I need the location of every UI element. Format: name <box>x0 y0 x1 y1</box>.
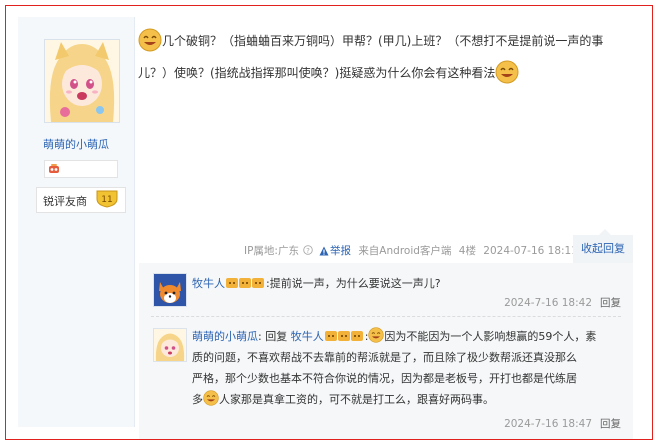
avatar-image <box>45 40 119 122</box>
laugh-emoji-icon <box>138 28 162 52</box>
post-time: 2024-07-16 18:11 <box>483 245 578 257</box>
subreply-avatar[interactable] <box>153 273 187 307</box>
post-text-line-2: 儿？）使唤？(指统战指挥那叫使唤？)挺疑惑为什么你会有这种看法 <box>138 66 496 80</box>
subreply-line-1: 萌萌的小萌瓜: 回复 牧牛人 : 因为不能因为一个人影响想赢的59个人，素 <box>192 326 620 347</box>
subreply-divider <box>151 316 621 317</box>
anime-avatar-image <box>154 329 186 361</box>
subreply-user[interactable]: 萌萌的小萌瓜 <box>192 330 258 343</box>
level-icon <box>49 164 59 173</box>
subreply-user[interactable]: 牧牛人 <box>192 277 225 290</box>
floor-number: 4楼 <box>458 245 476 257</box>
report-icon[interactable] <box>319 246 329 256</box>
subreply-item: 萌萌的小萌瓜: 回复 牧牛人 : 因为不能因为一个人影响想赢的59个人，素 质的… <box>139 320 633 435</box>
post-content: 几个破铜？（指蛐蛐百来万铜吗）甲帮？(甲几)上班？（不想打不是提前说一声的事 儿… <box>138 25 628 89</box>
forum-level-badge: 11 <box>96 190 118 208</box>
subreply-reply-link[interactable]: 回复 <box>600 418 621 430</box>
subreply-text: :提前说一声，为什么要说这一声儿? <box>266 277 441 290</box>
subreply-text-c: 严格，那个少数也基本不符合你说的情况，因为都是老板号，开打也都是代练居 <box>192 372 577 385</box>
subreply-reply-link[interactable]: 回复 <box>600 297 621 309</box>
post-author-name[interactable]: 萌萌的小萌瓜 <box>18 136 134 152</box>
subreply-time: 2024-7-16 18:47 <box>504 418 592 430</box>
subreply-text-d2: 人家那是真拿工资的，可不就是打工么，跟喜好两码事。 <box>219 393 494 406</box>
subreply-text-b: 质的问题，不喜欢帮战不去靠前的帮派就是了，而且除了极少数帮派还真没那么 <box>192 351 577 364</box>
laugh-emoji-icon <box>368 327 385 343</box>
cat-badge-icon <box>226 278 264 288</box>
subreply-text-a: 因为不能因为一个人影响想赢的59个人，素 <box>384 330 597 343</box>
post-line-2: 儿？）使唤？(指统战指挥那叫使唤？)挺疑惑为什么你会有这种看法 <box>138 57 628 89</box>
post-line-1: 几个破铜？（指蛐蛐百来万铜吗）甲帮？(甲几)上班？（不想打不是提前说一声的事 <box>138 25 628 57</box>
subreply-list: 牧牛人 :提前说一声，为什么要说这一声儿? 2024-7-16 18:42 回复 <box>139 263 633 439</box>
report-link[interactable]: 举报 <box>330 245 351 257</box>
post-text-line-1: 几个破铜？（指蛐蛐百来万铜吗）甲帮？(甲几)上班？（不想打不是提前说一声的事 <box>162 34 604 48</box>
subreply-body: 牧牛人 :提前说一声，为什么要说这一声儿? <box>192 273 620 294</box>
laugh-emoji-icon <box>495 60 519 84</box>
subreply-body: 萌萌的小萌瓜: 回复 牧牛人 : 因为不能因为一个人影响想赢的59个人，素 质的… <box>192 326 620 410</box>
laugh-emoji-icon <box>203 390 219 406</box>
subreply-time: 2024-7-16 18:42 <box>504 297 592 309</box>
client-source: 来自Android客户端 <box>358 245 452 257</box>
reply-target-user[interactable]: 牧牛人 <box>291 330 324 343</box>
forum-tag[interactable]: 锐评友商 11 <box>36 187 126 213</box>
user-sidebar: 萌萌的小萌瓜 锐评友商 11 <box>18 17 135 427</box>
subreply-meta: 2024-7-16 18:42 回复 <box>504 295 621 310</box>
collapse-replies-button[interactable]: 收起回复 <box>573 229 633 263</box>
user-avatar[interactable] <box>44 39 120 123</box>
svg-text:?: ? <box>306 247 310 255</box>
ip-location: IP属地:广东 <box>244 245 299 257</box>
subreply-line-4: 多 人家那是真拿工资的，可不就是打工么，跟喜好两码事。 <box>192 389 620 410</box>
subreply-item: 牧牛人 :提前说一声，为什么要说这一声儿? 2024-7-16 18:42 回复 <box>139 263 633 315</box>
subreply-meta: 2024-7-16 18:47 回复 <box>504 416 621 431</box>
subreply-avatar[interactable] <box>153 328 187 362</box>
fox-avatar-image <box>154 274 186 306</box>
cat-badge-icon <box>324 331 363 341</box>
post-meta: IP属地:广东 ? 举报 来自Android客户端 4楼 2024-07-16 … <box>244 243 582 258</box>
user-level-box <box>44 160 118 178</box>
subreply-text-d1: 多 <box>192 393 203 406</box>
forum-level-number: 11 <box>101 195 112 205</box>
reply-word: : 回复 <box>258 330 288 343</box>
question-icon[interactable]: ? <box>303 245 313 255</box>
forum-tag-name: 锐评友商 <box>43 195 87 208</box>
